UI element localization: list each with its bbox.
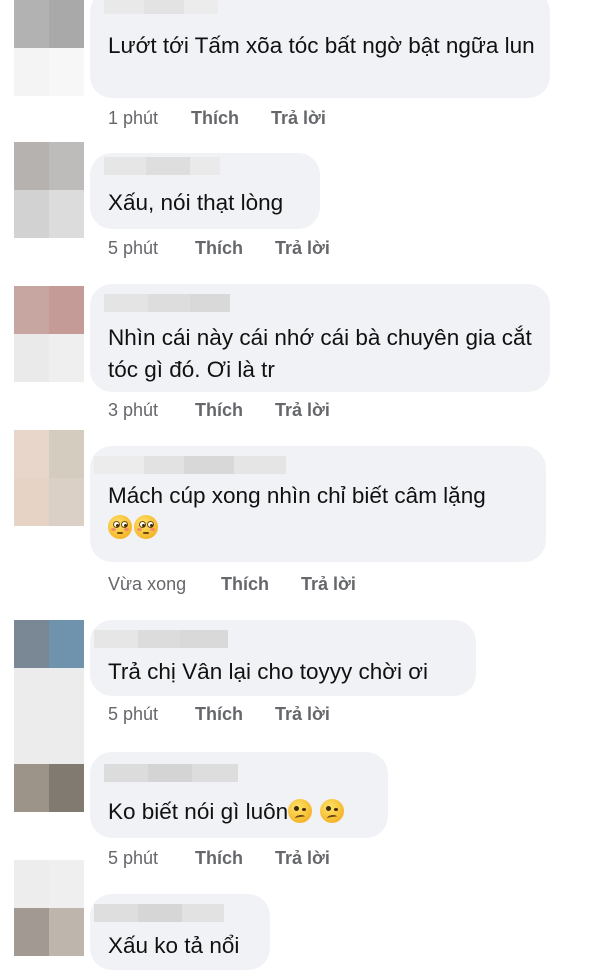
comment-text: Xấu, nói thạt lòng: [108, 190, 284, 215]
comment-bubble: Ko biết nói gì luôn: [90, 752, 388, 838]
comment-bubble: Xấu, nói thạt lòng: [90, 153, 320, 229]
comment-text: Lướt tới Tấm xõa tóc bất ngờ bật ngữa lu…: [108, 33, 535, 58]
avatar-pixel: [49, 860, 84, 908]
avatar-pixel: [14, 668, 49, 716]
comment-meta: 5 phút Thích Trả lời: [108, 704, 588, 728]
comment-meta: 3 phút Thích Trả lời: [108, 400, 588, 424]
reply-button[interactable]: Trả lời: [275, 704, 330, 725]
avatar[interactable]: [14, 764, 84, 860]
comment-meta: Vừa xong Thích Trả lời: [108, 574, 588, 598]
comment-text: Nhìn cái này cái nhớ cái bà chuyên gia c…: [108, 325, 532, 382]
avatar[interactable]: [14, 860, 84, 956]
avatar-pixel: [14, 430, 49, 478]
avatar-pixel: [49, 48, 84, 96]
comment-bubble: Nhìn cái này cái nhớ cái bà chuyên gia c…: [90, 284, 550, 392]
comment-bubble: Mách cúp xong nhìn chỉ biết câm lặng: [90, 446, 546, 562]
comment-meta: 5 phút Thích Trả lời: [108, 238, 588, 262]
avatar-pixel: [49, 142, 84, 190]
avatar[interactable]: [14, 430, 84, 526]
comment-time[interactable]: 1 phút: [108, 108, 158, 129]
comment-text-content: Mách cúp xong nhìn chỉ biết câm lặng: [108, 483, 486, 508]
woozy-face-emoji: [288, 799, 313, 823]
avatar-pixel: [14, 190, 49, 238]
reply-button[interactable]: Trả lời: [271, 108, 326, 129]
avatar-pixel: [49, 190, 84, 238]
avatar-pixel: [14, 620, 49, 668]
avatar[interactable]: [14, 286, 84, 382]
avatar-pixel: [49, 764, 84, 812]
avatar-pixel: [14, 0, 49, 48]
comment-time[interactable]: 3 phút: [108, 400, 158, 421]
flushed-face-emoji: [108, 515, 132, 539]
comment-text: Trả chị Vân lại cho toyyy chời ơi: [108, 659, 429, 684]
comment-text: Xấu ko tả nổi: [108, 933, 240, 958]
comment-bubble: Xấu ko tả nổi: [90, 894, 270, 970]
comment-item: Lướt tới Tấm xõa tóc bất ngờ bật ngữa lu…: [0, 0, 600, 130]
comment-time[interactable]: 5 phút: [108, 238, 158, 259]
avatar-pixel: [49, 908, 84, 956]
avatar-pixel: [14, 860, 49, 908]
avatar[interactable]: [14, 620, 84, 764]
comment-item: Xấu, nói thạt lòng 5 phút Thích Trả lời: [0, 140, 600, 270]
avatar-pixel: [49, 620, 84, 668]
comment-item: Mách cúp xong nhìn chỉ biết câm lặng Vừa…: [0, 428, 600, 608]
reply-button[interactable]: Trả lời: [301, 574, 356, 595]
like-button[interactable]: Thích: [221, 574, 269, 595]
comment-text: Ko biết nói gì luôn: [108, 796, 374, 828]
avatar-pixel: [49, 286, 84, 334]
avatar-pixel: [14, 334, 49, 382]
comment-meta: 1 phút Thích Trả lời: [108, 108, 588, 132]
comment-bubble: Trả chị Vân lại cho toyyy chời ơi: [90, 620, 476, 696]
avatar-pixel: [14, 142, 49, 190]
like-button[interactable]: Thích: [195, 238, 243, 259]
comment-text-content: Ko biết nói gì luôn: [108, 799, 289, 824]
reply-button[interactable]: Trả lời: [275, 238, 330, 259]
flushed-face-emoji: [134, 515, 158, 539]
comment-item: Nhìn cái này cái nhớ cái bà chuyên gia c…: [0, 284, 600, 434]
comment-item: Trả chị Vân lại cho toyyy chời ơi 5 phút…: [0, 608, 600, 764]
avatar[interactable]: [14, 0, 84, 96]
avatar-pixel: [49, 430, 84, 478]
comment-item: Xấu ko tả nổi: [0, 860, 600, 977]
woozy-face-emoji: [320, 799, 345, 823]
comment-time[interactable]: Vừa xong: [108, 574, 186, 595]
like-button[interactable]: Thích: [191, 108, 239, 129]
avatar-pixel: [14, 286, 49, 334]
avatar-pixel: [49, 0, 84, 48]
comment-time[interactable]: 5 phút: [108, 704, 158, 725]
avatar-pixel: [14, 48, 49, 96]
avatar-pixel: [49, 334, 84, 382]
like-button[interactable]: Thích: [195, 400, 243, 421]
avatar[interactable]: [14, 142, 84, 238]
comment-bubble: Lướt tới Tấm xõa tóc bất ngờ bật ngữa lu…: [90, 0, 550, 98]
reply-button[interactable]: Trả lời: [275, 400, 330, 421]
avatar-pixel: [49, 668, 84, 716]
comment-text: Mách cúp xong nhìn chỉ biết câm lặng: [108, 480, 532, 544]
avatar-pixel: [49, 478, 84, 526]
avatar-pixel: [14, 764, 49, 812]
avatar-pixel: [14, 478, 49, 526]
like-button[interactable]: Thích: [195, 704, 243, 725]
avatar-pixel: [14, 908, 49, 956]
